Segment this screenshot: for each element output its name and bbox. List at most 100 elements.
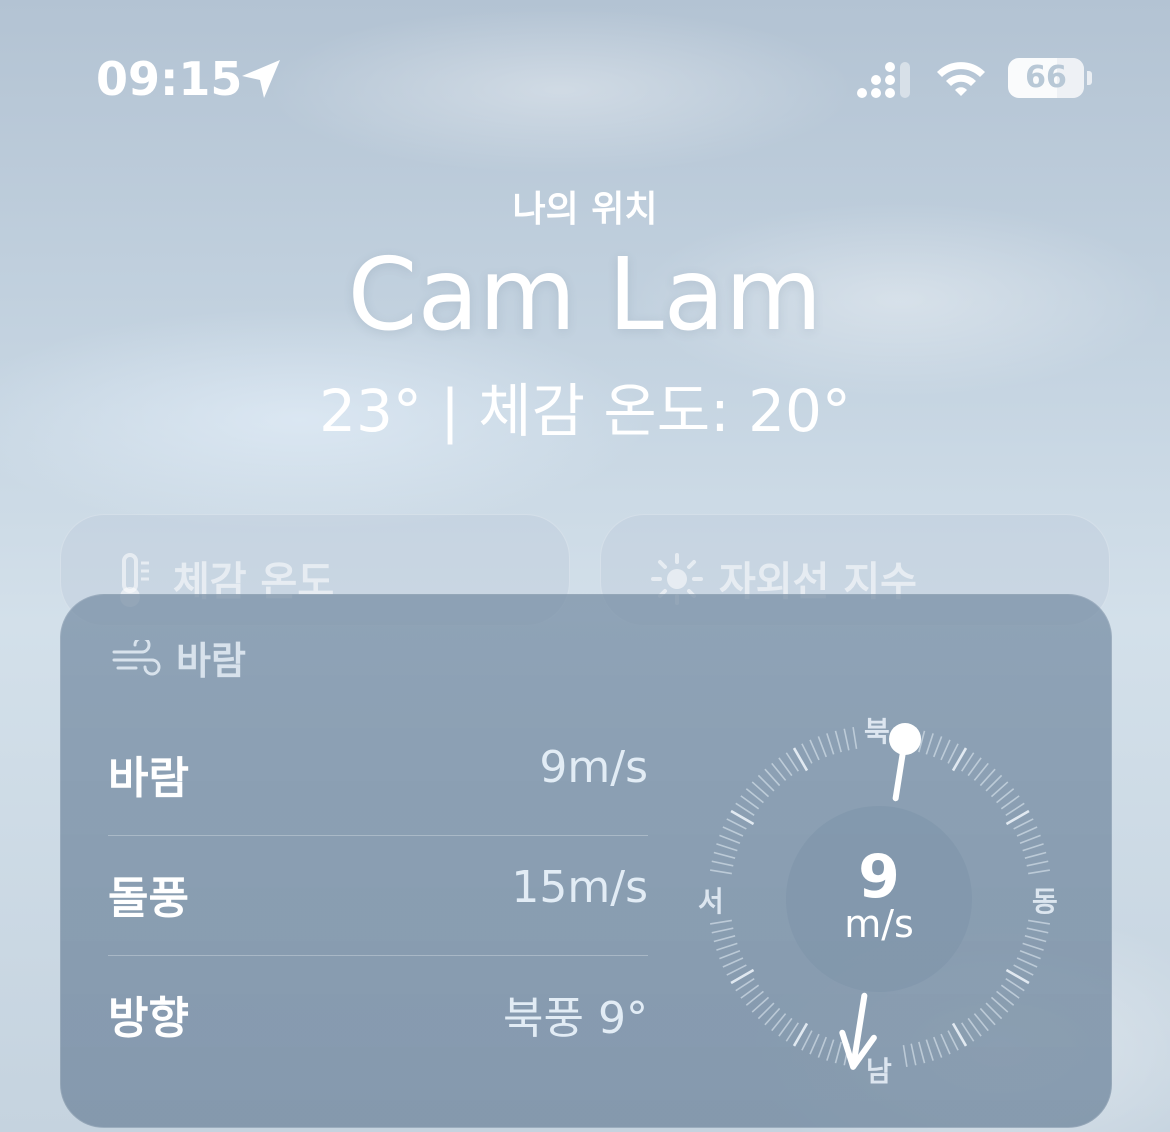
compass-tick [711, 860, 734, 867]
wind-arrow-origin-dot [889, 722, 922, 755]
compass-tick [852, 726, 858, 749]
wind-row-speed: 바람 9m/s [108, 716, 648, 836]
compass-tick [1000, 984, 1020, 999]
compass-tick [785, 752, 799, 772]
compass-tick [745, 788, 764, 804]
compass-tick [834, 730, 842, 753]
compass-tick [967, 1017, 982, 1037]
compass-tick [1013, 964, 1034, 976]
compass-tick [967, 757, 982, 777]
status-time: 09:15 [96, 52, 243, 106]
compass-tick [722, 957, 744, 968]
compass-south-label: 남 [866, 1055, 892, 1088]
compass-tick [940, 739, 951, 761]
compass-tick [817, 736, 827, 758]
gust-value: 15m/s [511, 862, 648, 913]
direction-value: 북풍 9° [503, 993, 648, 1044]
compass-tick [1005, 802, 1025, 816]
compass-tick [996, 788, 1015, 804]
compass-tick [910, 1043, 917, 1066]
compass-tick [947, 1030, 959, 1051]
compass-tick [925, 733, 934, 755]
compass-tick [826, 733, 835, 755]
compass-tick [722, 826, 744, 837]
wind-title: 바람 [176, 639, 246, 683]
compass-tick [925, 1039, 934, 1061]
wind-speed-label: 바람 [108, 753, 189, 804]
compass-tick [1000, 795, 1020, 810]
location-arrow-icon [242, 60, 280, 98]
temperature-line: 23° | 체감 온도: 20° [319, 377, 851, 445]
city-name: Cam Lam [347, 236, 823, 353]
compass-tick [902, 1045, 908, 1068]
compass-west-label: 서 [698, 885, 724, 918]
compass-tick [726, 818, 747, 830]
compass-tick [1028, 919, 1051, 925]
compass-tick [719, 834, 741, 844]
wind-row-gust: 돌풍 15m/s [108, 836, 648, 956]
compass-tick [809, 1033, 820, 1055]
compass-tick [961, 752, 975, 772]
compass-tick [1028, 869, 1051, 875]
compass-tick [1019, 950, 1041, 960]
compass-tick [1022, 843, 1044, 852]
compass-tick [716, 942, 738, 951]
cellular-signal-icon [857, 62, 910, 98]
compass-tick [745, 990, 764, 1006]
compass-tick [843, 728, 850, 751]
gust-label: 돌풍 [108, 873, 189, 924]
compass-tick [1019, 834, 1041, 844]
compass-tick [713, 935, 736, 943]
compass-tick [716, 843, 738, 852]
compass-tick [961, 1022, 975, 1042]
compass-tick [973, 762, 989, 781]
compass-tick [778, 1017, 793, 1037]
compass-tick [1024, 851, 1047, 859]
compass-east-label: 동 [1032, 885, 1058, 918]
compass-tick [740, 984, 760, 999]
wind-speed-value: 9m/s [539, 742, 648, 793]
compass-tick [713, 851, 736, 859]
compass-tick [740, 795, 760, 810]
compass-tick [711, 927, 734, 934]
compass-tick [771, 1013, 787, 1032]
compass-tick [933, 1036, 943, 1058]
compass-unit: m/s [844, 902, 914, 946]
compass-tick [1022, 942, 1044, 951]
location-label: 나의 위치 [512, 189, 658, 230]
compass-tick [785, 1022, 799, 1042]
compass-tick [801, 743, 813, 764]
compass-tick [735, 802, 755, 816]
wind-icon [112, 640, 161, 676]
compass-tick [996, 990, 1015, 1006]
compass-tick [947, 743, 959, 764]
compass-tick [834, 1041, 842, 1064]
compass-tick [826, 1039, 835, 1061]
compass-north-label: 북 [864, 715, 890, 748]
compass-tick [1013, 818, 1034, 830]
compass-tick [1016, 957, 1038, 968]
compass-tick [809, 739, 820, 761]
direction-label: 방향 [108, 993, 189, 1044]
wifi-icon [937, 62, 985, 96]
wind-row-direction: 방향 북풍 9° [108, 956, 648, 1076]
compass-tick [709, 869, 732, 875]
compass-tick [1024, 935, 1047, 943]
compass-tick [778, 757, 793, 777]
compass-tick [940, 1033, 951, 1055]
compass-tick [1016, 826, 1038, 837]
compass-tick [1026, 860, 1049, 867]
compass-tick [771, 762, 787, 781]
compass-tick [726, 964, 747, 976]
compass-tick [817, 1036, 827, 1058]
compass-tick [801, 1030, 813, 1051]
compass-tick [719, 950, 741, 960]
compass-tick [933, 736, 943, 758]
compass-tick [709, 919, 732, 925]
battery-percent: 66 [1025, 60, 1067, 95]
compass-tick [973, 1013, 989, 1032]
compass-tick [1005, 978, 1025, 992]
compass-tick [918, 1041, 926, 1064]
compass-tick [1026, 927, 1049, 934]
compass-tick [735, 978, 755, 992]
